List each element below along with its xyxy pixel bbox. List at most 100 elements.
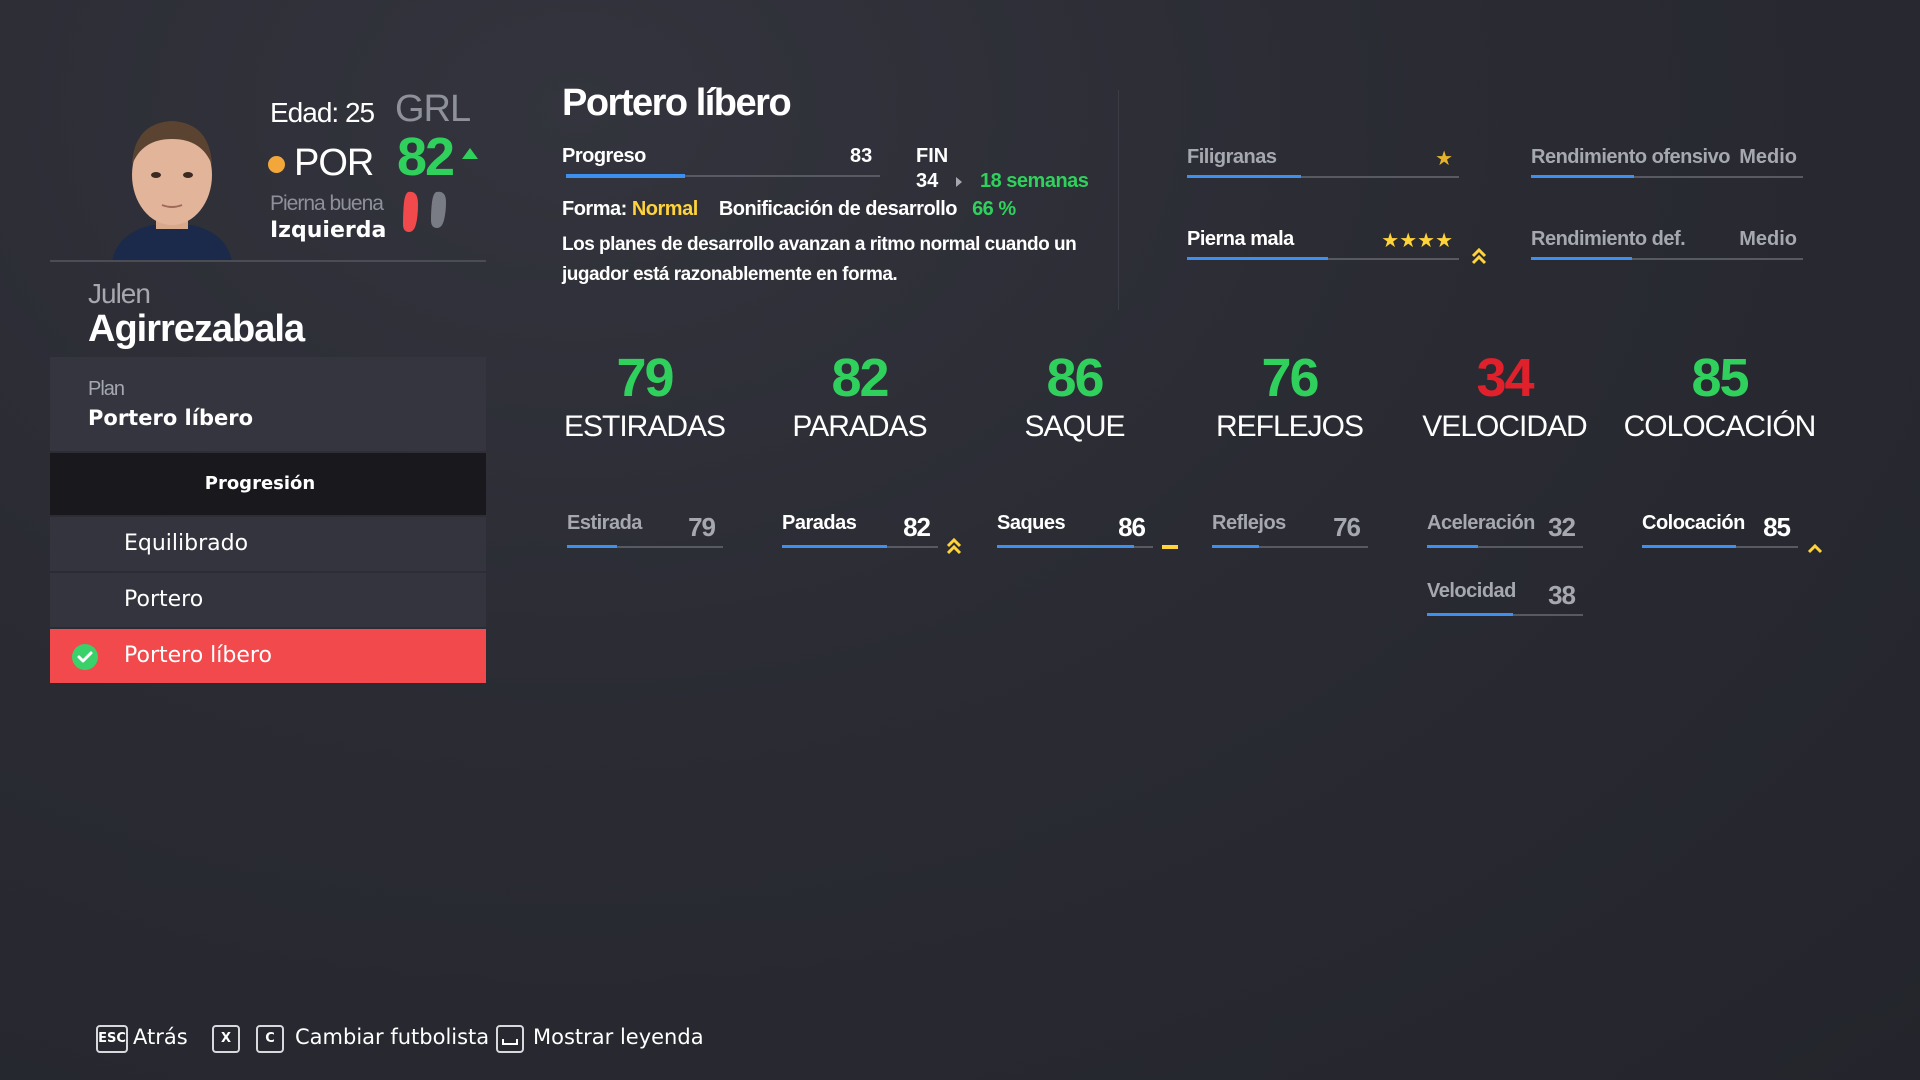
plan-value: Portero líbero [88, 406, 254, 430]
plan-option-label: Portero líbero [124, 643, 272, 668]
attribute-bar [567, 545, 723, 548]
trait-label: Rendimiento def. [1531, 228, 1686, 250]
position-dot-icon [268, 156, 285, 173]
double-chevron-up-icon [1470, 245, 1488, 267]
overall-up-arrow-icon [462, 148, 478, 159]
attribute-bar [997, 545, 1153, 548]
attribute-label: Aceleración [1427, 512, 1535, 534]
trait-bar-fill [1187, 257, 1329, 260]
category-paradas: 82 PARADAS [752, 348, 967, 444]
c-key-icon[interactable]: C [256, 1025, 284, 1053]
fin-label: FIN [916, 145, 949, 167]
category-reflejos: 76 REFLEJOS [1182, 348, 1397, 444]
trait-label: Rendimiento ofensivo [1531, 146, 1730, 168]
attribute-velocidad: Velocidad 38 [1427, 580, 1583, 620]
attribute-label: Estirada [567, 512, 642, 534]
check-icon [72, 644, 98, 670]
attribute-bar [782, 545, 938, 548]
attribute-label: Reflejos [1212, 512, 1286, 534]
overall-label: GRL [395, 88, 471, 130]
card-divider [50, 260, 486, 262]
category-value: 86 [1046, 348, 1104, 408]
progress-value: 83 [850, 145, 873, 167]
feet-icon [400, 188, 450, 238]
player-last-name: Agirrezabala [88, 308, 305, 350]
preferred-foot-title: Pierna buena [270, 192, 384, 215]
form-line: Forma: Normal Bonificación de desarrollo… [562, 198, 1016, 221]
progress-bar-fill [566, 174, 686, 178]
progression-label: Progresión [204, 473, 316, 494]
double-chevron-up-icon [945, 536, 963, 558]
trait-bar [1531, 257, 1803, 260]
bonus-value: 66 % [972, 198, 1016, 220]
change-player-button[interactable]: Cambiar futbolista [295, 1025, 489, 1049]
plan-option-portero-libero[interactable]: Portero líbero [50, 629, 486, 683]
attribute-value: 85 [1763, 512, 1791, 542]
category-velocidad: 34 VELOCIDAD [1397, 348, 1612, 444]
attribute-aceleracion: Aceleración 32 [1427, 512, 1583, 552]
trait-bar [1187, 257, 1459, 260]
attribute-bar-fill [997, 545, 1135, 548]
trait-value: Medio [1739, 228, 1797, 250]
category-label: ESTIRADAS [563, 410, 726, 443]
attribute-value: 76 [1333, 512, 1361, 542]
attribute-bar-fill [1427, 613, 1513, 616]
attribute-value: 32 [1548, 512, 1576, 542]
overall-rating: 82 [397, 127, 455, 187]
player-portrait [92, 105, 252, 262]
form-value: Normal [631, 198, 698, 220]
plan-option-portero[interactable]: Portero [50, 573, 486, 627]
attribute-label: Paradas [782, 512, 857, 534]
progression-header: Progresión [50, 453, 486, 515]
attribute-value: 38 [1548, 580, 1576, 610]
fin-value: 34 [916, 170, 939, 192]
player-age: Edad: 25 [270, 97, 375, 128]
neutral-dash-icon [1162, 545, 1178, 549]
player-face-icon [112, 121, 232, 262]
preferred-foot-value: Izquierda [270, 218, 387, 243]
show-legend-button[interactable]: Mostrar leyenda [533, 1025, 704, 1049]
bonus-label: Bonificación de desarrollo [718, 198, 958, 220]
plan-option-label: Equilibrado [124, 531, 249, 556]
trait-bar [1187, 175, 1459, 178]
category-value: 85 [1691, 348, 1749, 408]
space-key-icon[interactable] [496, 1025, 524, 1053]
fin-arrow-icon [956, 177, 962, 187]
x-key-icon[interactable]: X [212, 1025, 240, 1053]
category-label: SAQUE [1024, 410, 1125, 443]
progress-label: Progreso [562, 145, 646, 167]
header-divider [1118, 90, 1119, 310]
esc-key-icon[interactable]: ESC [96, 1025, 128, 1053]
trait-skill-moves: Filigranas ★ [1187, 146, 1459, 186]
attribute-saques: Saques 86 [997, 512, 1153, 552]
plan-option-equilibrado[interactable]: Equilibrado [50, 517, 486, 571]
category-value: 34 [1476, 348, 1534, 408]
attribute-value: 82 [903, 512, 931, 542]
attribute-label: Colocación [1642, 512, 1745, 534]
category-label: REFLEJOS [1215, 410, 1364, 443]
back-button[interactable]: Atrás [133, 1025, 188, 1049]
weak-foot-stars-icon: ★★★★ [1381, 228, 1453, 252]
category-value: 79 [616, 348, 674, 408]
chevron-up-icon [1806, 540, 1824, 559]
attribute-bar [1642, 545, 1798, 548]
attribute-bar-fill [1212, 545, 1259, 548]
attribute-estirada: Estirada 79 [567, 512, 723, 552]
category-saque: 86 SAQUE [967, 348, 1182, 444]
attribute-paradas: Paradas 82 [782, 512, 938, 552]
trait-label: Pierna mala [1187, 228, 1294, 250]
attribute-reflejos: Reflejos 76 [1212, 512, 1368, 552]
category-label: VELOCIDAD [1422, 410, 1587, 443]
plan-panel [50, 357, 486, 451]
progress-bar [566, 174, 880, 178]
plan-title: Plan [88, 378, 125, 400]
plan-heading: Portero líbero [562, 82, 792, 124]
trait-bar-fill [1187, 175, 1302, 178]
trait-weak-foot: Pierna mala ★★★★ [1187, 228, 1459, 268]
fin-weeks: 18 semanas [980, 170, 1089, 192]
attribute-value: 86 [1118, 512, 1146, 542]
player-first-name: Julen [88, 278, 151, 309]
category-value: 82 [831, 348, 889, 408]
attribute-bar-fill [1642, 545, 1736, 548]
attribute-colocacion: Colocación 85 [1642, 512, 1798, 552]
